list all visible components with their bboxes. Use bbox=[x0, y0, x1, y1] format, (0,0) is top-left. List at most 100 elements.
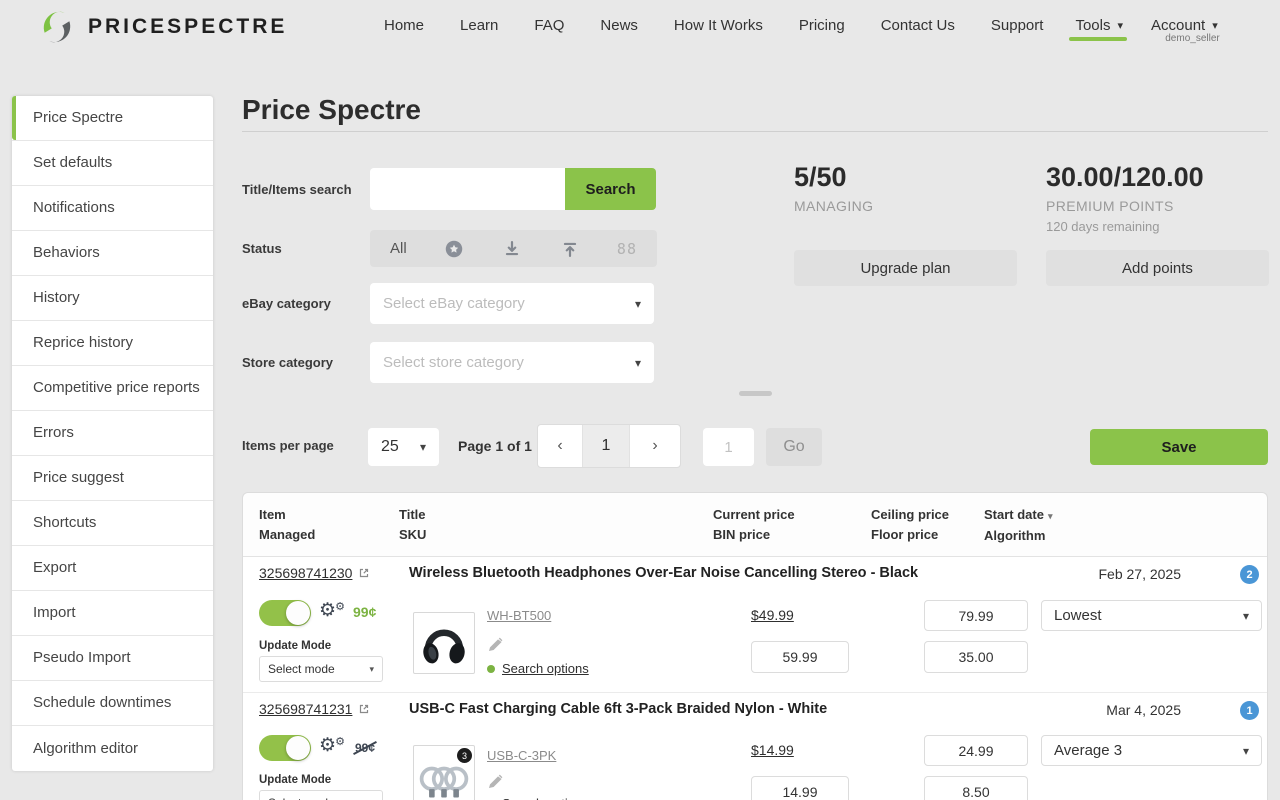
status-dot-icon bbox=[487, 665, 495, 673]
ninety-nine-cent-badge[interactable]: 99¢ bbox=[353, 604, 376, 620]
nav-item-faq[interactable]: FAQ bbox=[516, 17, 582, 34]
upload-icon[interactable] bbox=[559, 238, 581, 260]
toggle-knob bbox=[286, 601, 310, 625]
sidebar-item-history[interactable]: History bbox=[12, 276, 213, 321]
item-settings-gears-icon[interactable]: ⚙⚙ bbox=[319, 736, 336, 756]
chevron-down-icon: ▾ bbox=[1117, 19, 1123, 32]
col-title: Title bbox=[399, 505, 426, 525]
search-options-link[interactable]: Search options bbox=[502, 661, 589, 676]
item-settings-gears-icon[interactable]: ⚙⚙ bbox=[319, 601, 336, 621]
nav-menu: Home Learn FAQ News How It Works Pricing… bbox=[366, 0, 1232, 50]
col-sku: SKU bbox=[399, 525, 426, 545]
goto-page-input[interactable] bbox=[703, 428, 754, 466]
sidebar-item-algorithm-editor[interactable]: Algorithm editor bbox=[12, 726, 213, 771]
sidebar-item-price-suggest[interactable]: Price suggest bbox=[12, 456, 213, 501]
add-points-button[interactable]: Add points bbox=[1046, 250, 1269, 286]
floor-price-input[interactable] bbox=[924, 641, 1028, 673]
sidebar-item-schedule-downtimes[interactable]: Schedule downtimes bbox=[12, 681, 213, 726]
headphones-image bbox=[416, 615, 472, 671]
brand[interactable]: PRICESPECTRE bbox=[38, 8, 287, 46]
nav-account-label: Account bbox=[1151, 17, 1205, 34]
ebay-category-select[interactable]: Select eBay category ▾ bbox=[370, 283, 654, 324]
managed-toggle[interactable] bbox=[259, 600, 311, 626]
sidebar-item-notifications[interactable]: Notifications bbox=[12, 186, 213, 231]
search-input[interactable] bbox=[370, 168, 565, 210]
nav-item-home[interactable]: Home bbox=[366, 17, 442, 34]
col-start-date: Start date bbox=[984, 507, 1044, 522]
managed-toggle[interactable] bbox=[259, 735, 311, 761]
status-filter-all[interactable]: All bbox=[390, 240, 407, 257]
chevron-down-icon: ▾ bbox=[420, 440, 426, 454]
sku-link[interactable]: USB-C-3PK bbox=[487, 748, 556, 763]
col-title-sku: Title SKU bbox=[399, 505, 426, 545]
sidebar: Price Spectre Set defaults Notifications… bbox=[12, 96, 213, 771]
nav-item-contact-us[interactable]: Contact Us bbox=[863, 17, 973, 34]
listing-title: USB-C Fast Charging Cable 6ft 3-Pack Bra… bbox=[409, 701, 827, 717]
featured-badge-icon[interactable] bbox=[443, 238, 465, 260]
panel-drag-handle[interactable] bbox=[739, 391, 772, 396]
sidebar-item-price-spectre[interactable]: Price Spectre bbox=[12, 96, 213, 141]
ceiling-price-input[interactable] bbox=[924, 600, 1028, 631]
edit-pencil-icon[interactable] bbox=[487, 774, 503, 790]
nav-tools-label: Tools bbox=[1075, 17, 1110, 34]
nav-dropdown-account[interactable]: Account ▾ demo_seller bbox=[1137, 0, 1232, 50]
sidebar-item-import[interactable]: Import bbox=[12, 591, 213, 636]
store-category-select[interactable]: Select store category ▾ bbox=[370, 342, 654, 383]
save-button[interactable]: Save bbox=[1090, 429, 1268, 465]
current-page-button[interactable]: 1 bbox=[583, 425, 630, 467]
store-category-label: Store category bbox=[242, 355, 333, 370]
sidebar-item-competitive-price-reports[interactable]: Competitive price reports bbox=[12, 366, 213, 411]
bin-price-input[interactable] bbox=[751, 776, 849, 800]
current-price-link[interactable]: $49.99 bbox=[751, 607, 794, 623]
ninety-nine-cent-disabled-badge[interactable]: 99¢ bbox=[355, 741, 375, 755]
upgrade-plan-button[interactable]: Upgrade plan bbox=[794, 250, 1017, 286]
sidebar-item-pseudo-import[interactable]: Pseudo Import bbox=[12, 636, 213, 681]
search-label: Title/Items search bbox=[242, 182, 352, 197]
nav-item-pricing[interactable]: Pricing bbox=[781, 17, 863, 34]
status-label: Status bbox=[242, 241, 282, 256]
items-table: Item Managed Title SKU Current price BIN… bbox=[242, 492, 1268, 800]
search-options: Search options bbox=[487, 661, 589, 676]
sidebar-item-errors[interactable]: Errors bbox=[12, 411, 213, 456]
algorithm-select[interactable]: Average 3 ▾ bbox=[1041, 735, 1262, 766]
nav-dropdown-tools[interactable]: Tools ▾ bbox=[1061, 0, 1137, 50]
sidebar-item-reprice-history[interactable]: Reprice history bbox=[12, 321, 213, 366]
download-icon[interactable] bbox=[501, 238, 523, 260]
sku-link[interactable]: WH-BT500 bbox=[487, 608, 551, 623]
external-link-icon bbox=[358, 567, 370, 579]
item-id-link[interactable]: 325698741231 bbox=[259, 701, 370, 717]
go-button[interactable]: Go bbox=[766, 428, 822, 466]
nav-item-how-it-works[interactable]: How It Works bbox=[656, 17, 781, 34]
nav-item-news[interactable]: News bbox=[582, 17, 656, 34]
sidebar-item-export[interactable]: Export bbox=[12, 546, 213, 591]
col-managed: Managed bbox=[259, 525, 315, 545]
nav-item-support[interactable]: Support bbox=[973, 17, 1062, 34]
col-item-managed: Item Managed bbox=[259, 505, 315, 545]
search-button[interactable]: Search bbox=[565, 168, 656, 210]
current-price-link[interactable]: $14.99 bbox=[751, 742, 794, 758]
prev-page-button[interactable]: ‹ bbox=[538, 425, 583, 467]
item-id-link[interactable]: 325698741230 bbox=[259, 565, 370, 581]
search-options-link[interactable]: Search options bbox=[502, 796, 589, 800]
ceiling-price-input[interactable] bbox=[924, 735, 1028, 766]
items-per-page-select[interactable]: 25 ▾ bbox=[368, 428, 439, 466]
nav-item-learn[interactable]: Learn bbox=[442, 17, 516, 34]
algorithm-select[interactable]: Lowest ▾ bbox=[1041, 600, 1262, 631]
sidebar-item-shortcuts[interactable]: Shortcuts bbox=[12, 501, 213, 546]
update-mode-select[interactable]: Select mode ▾ bbox=[259, 656, 383, 682]
competitor-count-badge[interactable]: 2 bbox=[1240, 565, 1259, 584]
bin-price-input[interactable] bbox=[751, 641, 849, 673]
product-thumbnail[interactable] bbox=[413, 612, 475, 674]
grid-88-icon[interactable]: 88 bbox=[617, 240, 637, 258]
col-start-date-sort[interactable]: Start date▾ bbox=[984, 505, 1053, 526]
product-thumbnail[interactable]: 3 bbox=[413, 745, 475, 800]
floor-price-input[interactable] bbox=[924, 776, 1028, 800]
update-mode-label: Update Mode bbox=[259, 640, 331, 652]
update-mode-select[interactable]: Select mode ▾ bbox=[259, 790, 383, 800]
sidebar-item-behaviors[interactable]: Behaviors bbox=[12, 231, 213, 276]
edit-pencil-icon[interactable] bbox=[487, 637, 503, 653]
next-page-button[interactable]: › bbox=[630, 425, 680, 467]
sidebar-item-set-defaults[interactable]: Set defaults bbox=[12, 141, 213, 186]
store-category-placeholder: Select store category bbox=[383, 354, 524, 371]
competitor-count-badge[interactable]: 1 bbox=[1240, 701, 1259, 720]
